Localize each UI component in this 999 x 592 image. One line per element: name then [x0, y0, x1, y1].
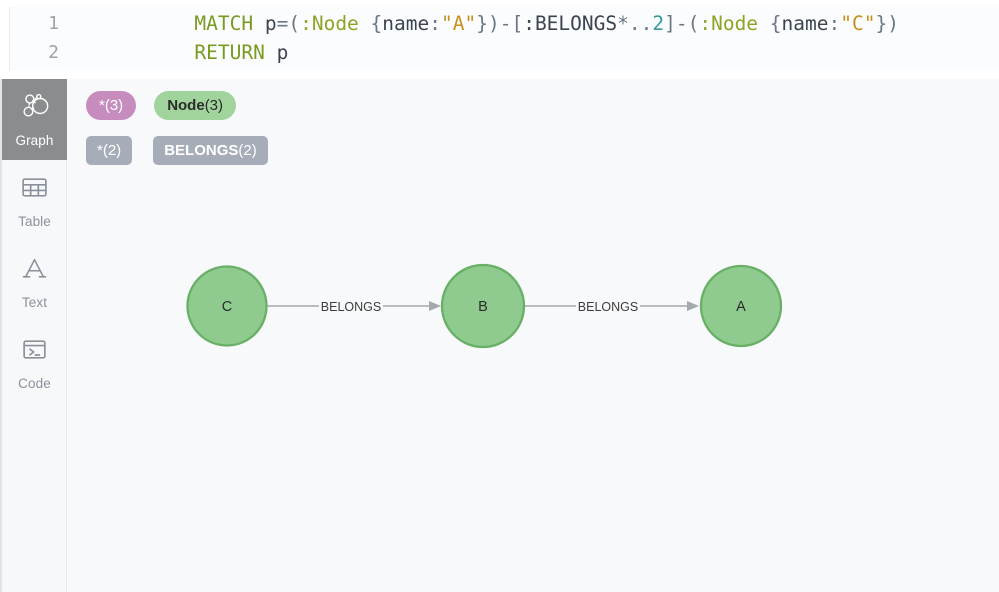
token-variable: p	[276, 41, 289, 64]
relationship-caption-backdrop	[319, 298, 383, 315]
code-icon	[20, 335, 49, 369]
graph-node-b[interactable]: B	[440, 263, 526, 349]
sidebar-item-label: Graph	[15, 133, 54, 148]
sidebar-item-table[interactable]: Table	[2, 160, 67, 241]
token-punct: ]-(	[664, 12, 700, 35]
code-line-content[interactable]: RETURN p	[59, 18, 288, 71]
token-number: 2	[652, 12, 665, 35]
query-editor-card[interactable]: 1 MATCH p=(:Node {name:"A"})-[:BELONGS*.…	[9, 7, 999, 71]
token-node-label: :Node	[699, 12, 759, 35]
text-icon	[20, 254, 49, 288]
relationship-caption-backdrop	[576, 298, 640, 315]
token-rel-type: :BELONGS	[523, 12, 618, 35]
token-punct: :	[429, 12, 441, 35]
line-number: 1	[48, 13, 59, 34]
sidebar-item-text[interactable]: Text	[2, 241, 67, 322]
sidebar-item-label: Text	[21, 294, 48, 310]
token-string: "A"	[441, 12, 477, 35]
graph-canvas[interactable]: BELONGS BELONGS C B A	[67, 79, 999, 592]
line-number: 2	[48, 42, 59, 63]
token-punct: })-[	[476, 12, 524, 35]
table-icon	[20, 173, 49, 207]
token-property-key: name	[382, 12, 430, 35]
view-mode-sidebar: Graph Table Text Code	[0, 79, 67, 592]
token-punct: })	[875, 12, 899, 35]
node-circle[interactable]	[186, 265, 268, 347]
token-punct: {	[758, 12, 782, 35]
neo4j-browser-result-frame: 1 MATCH p=(:Node {name:"A"})-[:BELONGS*.…	[0, 0, 999, 592]
token-punct: *..	[617, 12, 653, 35]
graph-icon	[20, 91, 50, 126]
node-circle[interactable]	[699, 264, 783, 348]
graph-visualization-panel: * (3) Node (3) * (2) BELONGS (2) BELONGS…	[67, 79, 999, 592]
sidebar-item-label: Code	[18, 375, 51, 391]
token-node-label: :Node	[300, 12, 359, 35]
sidebar-item-graph[interactable]: Graph	[2, 79, 67, 160]
sidebar-item-label: Table	[18, 213, 51, 229]
node-circle[interactable]	[440, 263, 526, 349]
relationship-belongs-b-a[interactable]: BELONGS	[525, 298, 699, 315]
token-punct: {	[358, 12, 383, 35]
sidebar-item-code[interactable]: Code	[2, 322, 67, 403]
graph-node-a[interactable]: A	[699, 264, 783, 348]
relationship-belongs-c-b[interactable]: BELONGS	[267, 298, 441, 315]
query-editor: 1 MATCH p=(:Node {name:"A"})-[:BELONGS*.…	[0, 0, 999, 79]
token-punct: :	[828, 12, 841, 35]
token-string: "C"	[840, 12, 876, 35]
token-property-key: name	[781, 12, 829, 35]
relationship-arrowhead	[687, 301, 699, 311]
relationship-arrowhead	[429, 301, 441, 311]
graph-node-c[interactable]: C	[186, 265, 268, 347]
token-keyword: RETURN	[194, 41, 265, 64]
